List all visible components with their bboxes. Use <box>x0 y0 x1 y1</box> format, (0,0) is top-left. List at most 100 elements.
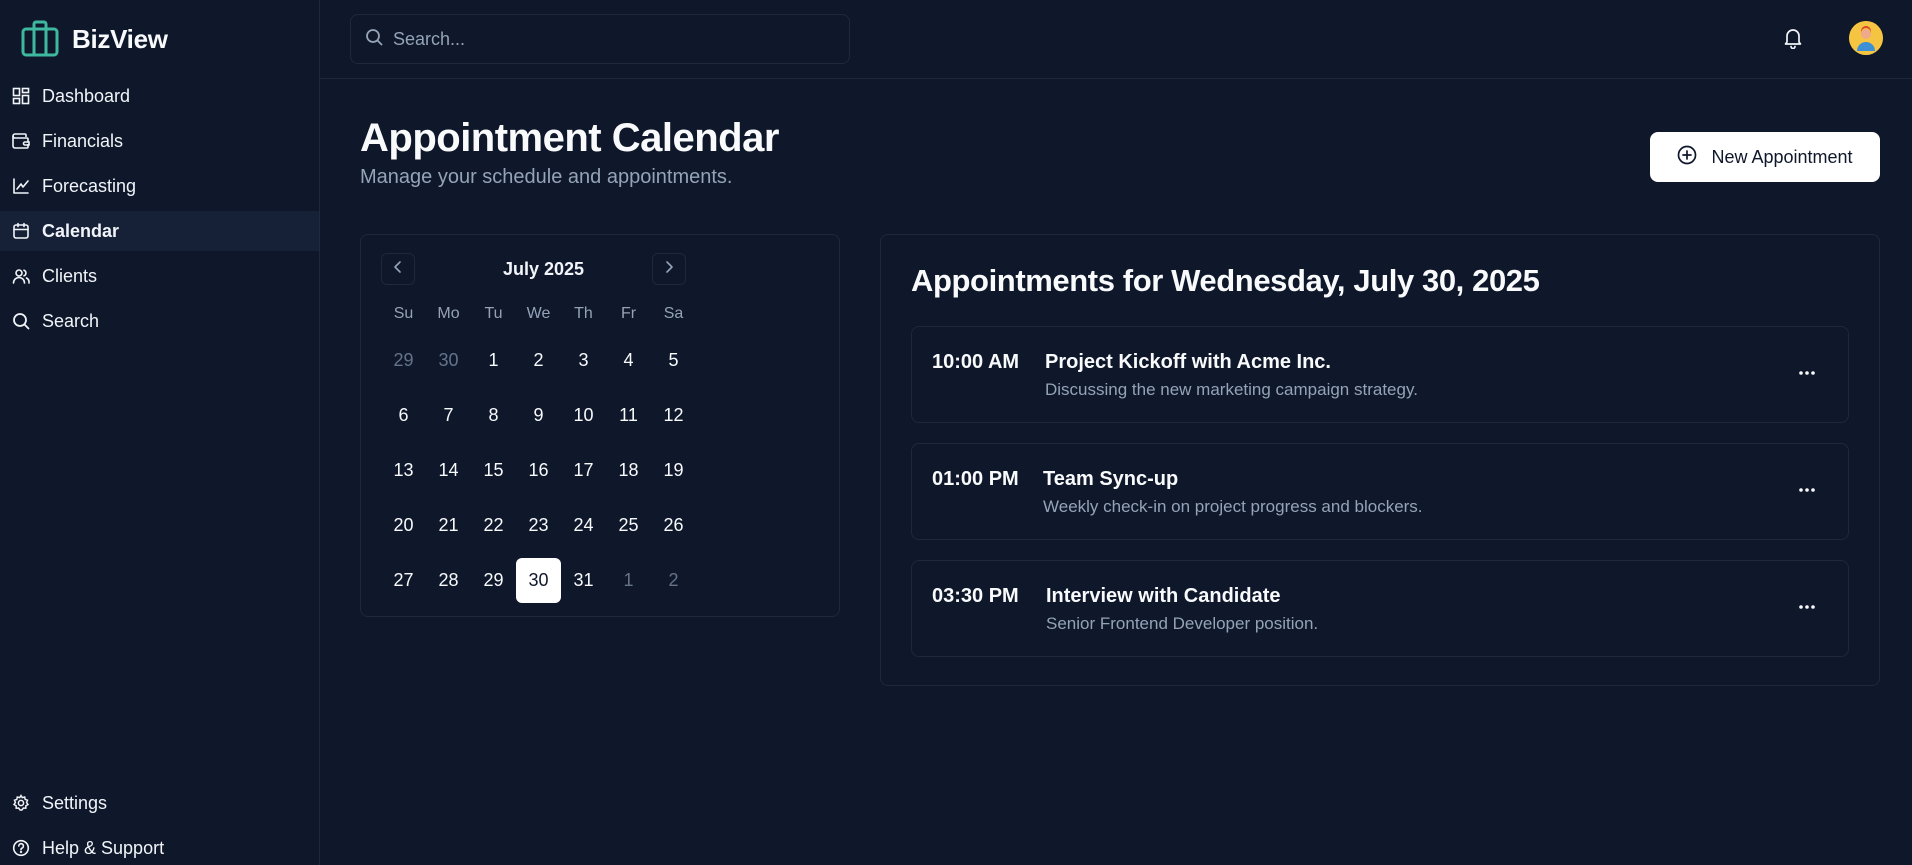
new-appointment-button[interactable]: New Appointment <box>1650 132 1880 182</box>
calendar-day[interactable]: 3 <box>561 338 606 383</box>
avatar[interactable] <box>1849 21 1883 55</box>
gear-icon <box>12 794 30 812</box>
top-bar <box>320 0 1912 79</box>
calendar-day[interactable]: 19 <box>651 448 696 493</box>
search-icon <box>365 28 383 51</box>
calendar-day[interactable]: 25 <box>606 503 651 548</box>
calendar-day[interactable]: 29 <box>471 558 516 603</box>
sidebar-item-forecasting[interactable]: Forecasting <box>0 166 319 206</box>
calendar-day-grid: 29 30 1 2 3 4 5 6 7 8 9 10 11 12 13 14 15 16 17 18 19 20 21 22 2… <box>381 338 696 613</box>
weekday-label: Su <box>393 305 414 322</box>
weekday-label: Sa <box>663 305 684 322</box>
help-icon <box>12 839 30 857</box>
more-options-button[interactable] <box>1792 357 1822 387</box>
search-box[interactable] <box>350 14 850 64</box>
sidebar-item-label: Calendar <box>42 220 120 241</box>
sidebar-item-clients[interactable]: Clients <box>0 256 319 296</box>
sidebar-item-label: Forecasting <box>42 175 137 196</box>
sidebar-item-calendar[interactable]: Calendar <box>0 211 319 251</box>
calendar-day[interactable]: 4 <box>606 338 651 383</box>
calendar-day[interactable]: 26 <box>651 503 696 548</box>
appointment-item[interactable]: 01:00 PM Team Sync-up Weekly check-in on… <box>911 443 1849 540</box>
more-options-button[interactable] <box>1792 591 1822 621</box>
calendar-day[interactable]: 15 <box>471 448 516 493</box>
calendar-day[interactable]: 11 <box>606 393 651 438</box>
wallet-icon <box>12 132 30 150</box>
calendar-day[interactable]: 27 <box>381 558 426 603</box>
weekday-label: Th <box>574 305 593 322</box>
weekday-label: Fr <box>620 305 637 322</box>
calendar-day[interactable]: 31 <box>561 558 606 603</box>
sidebar-item-label: Clients <box>42 265 98 286</box>
calendar-day[interactable]: 23 <box>516 503 561 548</box>
sidebar-item-help[interactable]: Help & Support <box>0 828 319 865</box>
sidebar-nav: Dashboard Financials Forecasting Calenda… <box>0 76 319 346</box>
weekday-label: Mo <box>437 305 460 322</box>
calendar-day[interactable]: 17 <box>561 448 606 493</box>
calendar-day[interactable]: 1 <box>606 558 651 603</box>
sidebar-item-label: Financials <box>42 130 124 151</box>
calendar-day[interactable]: 20 <box>381 503 426 548</box>
calendar-day[interactable]: 1 <box>471 338 516 383</box>
line-chart-icon <box>12 177 30 195</box>
calendar-day[interactable]: 24 <box>561 503 606 548</box>
ellipsis-icon <box>1798 597 1816 615</box>
calendar-day[interactable]: 8 <box>471 393 516 438</box>
calendar-day-selected[interactable]: 30 <box>516 558 561 603</box>
appointment-time: 01:00 PM <box>932 468 1019 490</box>
more-options-button[interactable] <box>1792 474 1822 504</box>
calendar-day[interactable]: 21 <box>426 503 471 548</box>
calendar-icon <box>12 222 30 240</box>
calendar-day[interactable]: 28 <box>426 558 471 603</box>
appointment-time: 10:00 AM <box>932 351 1020 373</box>
sidebar-bottom-nav: Settings Help & Support <box>0 783 319 865</box>
calendar-day[interactable]: 5 <box>651 338 696 383</box>
search-input[interactable] <box>393 28 833 50</box>
calendar-day[interactable]: 13 <box>381 448 426 493</box>
calendar-day[interactable]: 12 <box>651 393 696 438</box>
ellipsis-icon <box>1798 480 1816 498</box>
calendar-day[interactable]: 16 <box>516 448 561 493</box>
sidebar-item-dashboard[interactable]: Dashboard <box>0 76 319 116</box>
search-icon <box>12 312 30 330</box>
sidebar: BizView Dashboard Financials Forecasting… <box>0 0 320 865</box>
sidebar-item-label: Search <box>42 310 100 331</box>
app-name: BizView <box>72 23 168 54</box>
appointment-time: 03:30 PM <box>932 585 1019 607</box>
appointment-description: Discussing the new marketing campaign st… <box>1045 380 1418 399</box>
page-subtitle: Manage your schedule and appointments. <box>360 166 733 188</box>
appointments-card: Appointments for Wednesday, July 30, 202… <box>880 234 1880 686</box>
bell-icon[interactable] <box>1782 26 1804 50</box>
calendar-day[interactable]: 2 <box>516 338 561 383</box>
appointments-heading: Appointments for Wednesday, July 30, 202… <box>911 263 1540 298</box>
calendar-day[interactable]: 7 <box>426 393 471 438</box>
calendar-day[interactable]: 30 <box>426 338 471 383</box>
weekday-label: Tu <box>484 305 503 322</box>
sidebar-item-settings[interactable]: Settings <box>0 783 319 823</box>
appointment-title: Project Kickoff with Acme Inc. <box>1045 351 1331 373</box>
appointment-item[interactable]: 03:30 PM Interview with Candidate Senior… <box>911 560 1849 657</box>
weekday-label: We <box>526 305 551 322</box>
sidebar-item-label: Dashboard <box>42 85 131 106</box>
calendar-day[interactable]: 29 <box>381 338 426 383</box>
dashboard-icon <box>12 87 30 105</box>
appointment-title: Team Sync-up <box>1043 468 1179 490</box>
appointment-item[interactable]: 10:00 AM Project Kickoff with Acme Inc. … <box>911 326 1849 423</box>
new-appointment-label: New Appointment <box>1711 146 1853 167</box>
calendar-day[interactable]: 6 <box>381 393 426 438</box>
briefcase-logo-icon <box>20 20 60 58</box>
sidebar-item-search[interactable]: Search <box>0 301 319 341</box>
calendar-day[interactable]: 18 <box>606 448 651 493</box>
brand[interactable]: BizView <box>20 20 168 58</box>
sidebar-item-label: Settings <box>42 792 108 813</box>
sidebar-item-financials[interactable]: Financials <box>0 121 319 161</box>
page-title: Appointment Calendar <box>360 116 779 160</box>
calendar-day[interactable]: 14 <box>426 448 471 493</box>
users-icon <box>12 267 30 285</box>
next-month-button[interactable] <box>652 253 686 285</box>
calendar-day[interactable]: 22 <box>471 503 516 548</box>
calendar-day[interactable]: 10 <box>561 393 606 438</box>
calendar-day[interactable]: 2 <box>651 558 696 603</box>
chevron-right-icon <box>663 260 675 279</box>
calendar-day[interactable]: 9 <box>516 393 561 438</box>
